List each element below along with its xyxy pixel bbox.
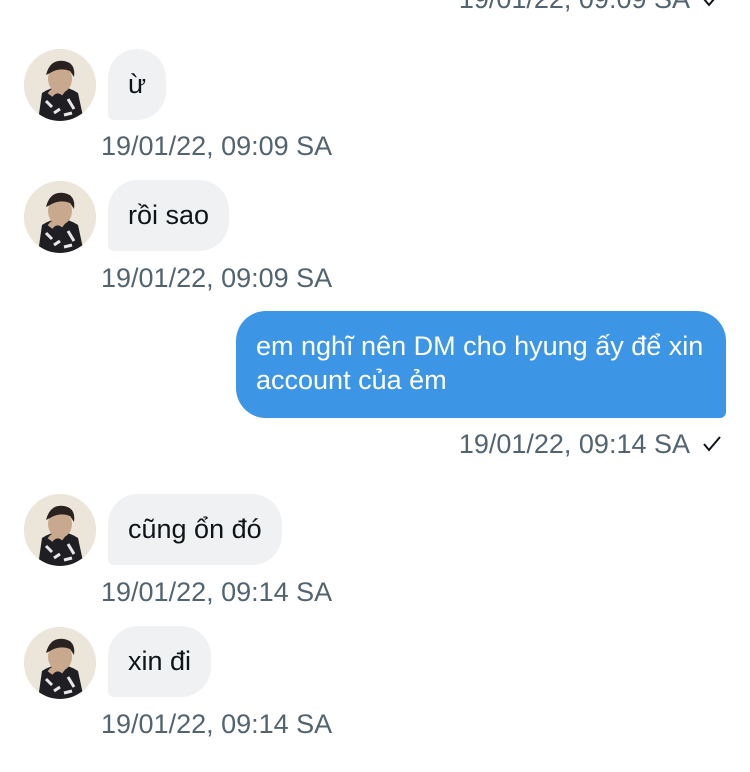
message-timestamp: 19/01/22, 09:14 SA — [101, 709, 333, 739]
message-text: xin đi — [128, 646, 192, 676]
incoming-message-bubble[interactable]: cũng ổn đó — [108, 494, 282, 565]
message-timestamp: 19/01/22, 09:09 SA — [459, 0, 722, 15]
message-timestamp: 19/01/22, 09:14 SA — [459, 428, 722, 460]
incoming-message-bubble[interactable]: xin đi — [108, 626, 212, 697]
incoming-message-bubble[interactable]: ừ — [108, 49, 167, 120]
avatar[interactable] — [24, 627, 96, 699]
message-text: em nghĩ nên DM cho hyung ấy để xin accou… — [256, 331, 704, 395]
avatar-photo — [24, 49, 96, 121]
avatar-photo — [24, 494, 96, 566]
message-text: ừ — [128, 69, 147, 99]
incoming-message-bubble[interactable]: rồi sao — [108, 180, 230, 251]
avatar-photo — [24, 627, 96, 699]
avatar[interactable] — [24, 494, 96, 566]
outgoing-message-bubble[interactable]: em nghĩ nên DM cho hyung ấy để xin accou… — [236, 311, 726, 418]
message-text: rồi sao — [128, 200, 210, 230]
dm-thread: 19/01/22, 09:09 SA ừ 19/01/22, 09:09 SA — [0, 0, 750, 772]
message-text: cũng ổn đó — [128, 514, 262, 544]
message-timestamp: 19/01/22, 09:09 SA — [101, 263, 333, 293]
avatar[interactable] — [24, 181, 96, 253]
check-icon — [703, 0, 715, 7]
message-timestamp: 19/01/22, 09:14 SA — [101, 577, 333, 607]
avatar-photo — [24, 181, 96, 253]
check-icon — [703, 436, 721, 452]
message-timestamp: 19/01/22, 09:09 SA — [101, 131, 333, 161]
avatar[interactable] — [24, 49, 96, 121]
